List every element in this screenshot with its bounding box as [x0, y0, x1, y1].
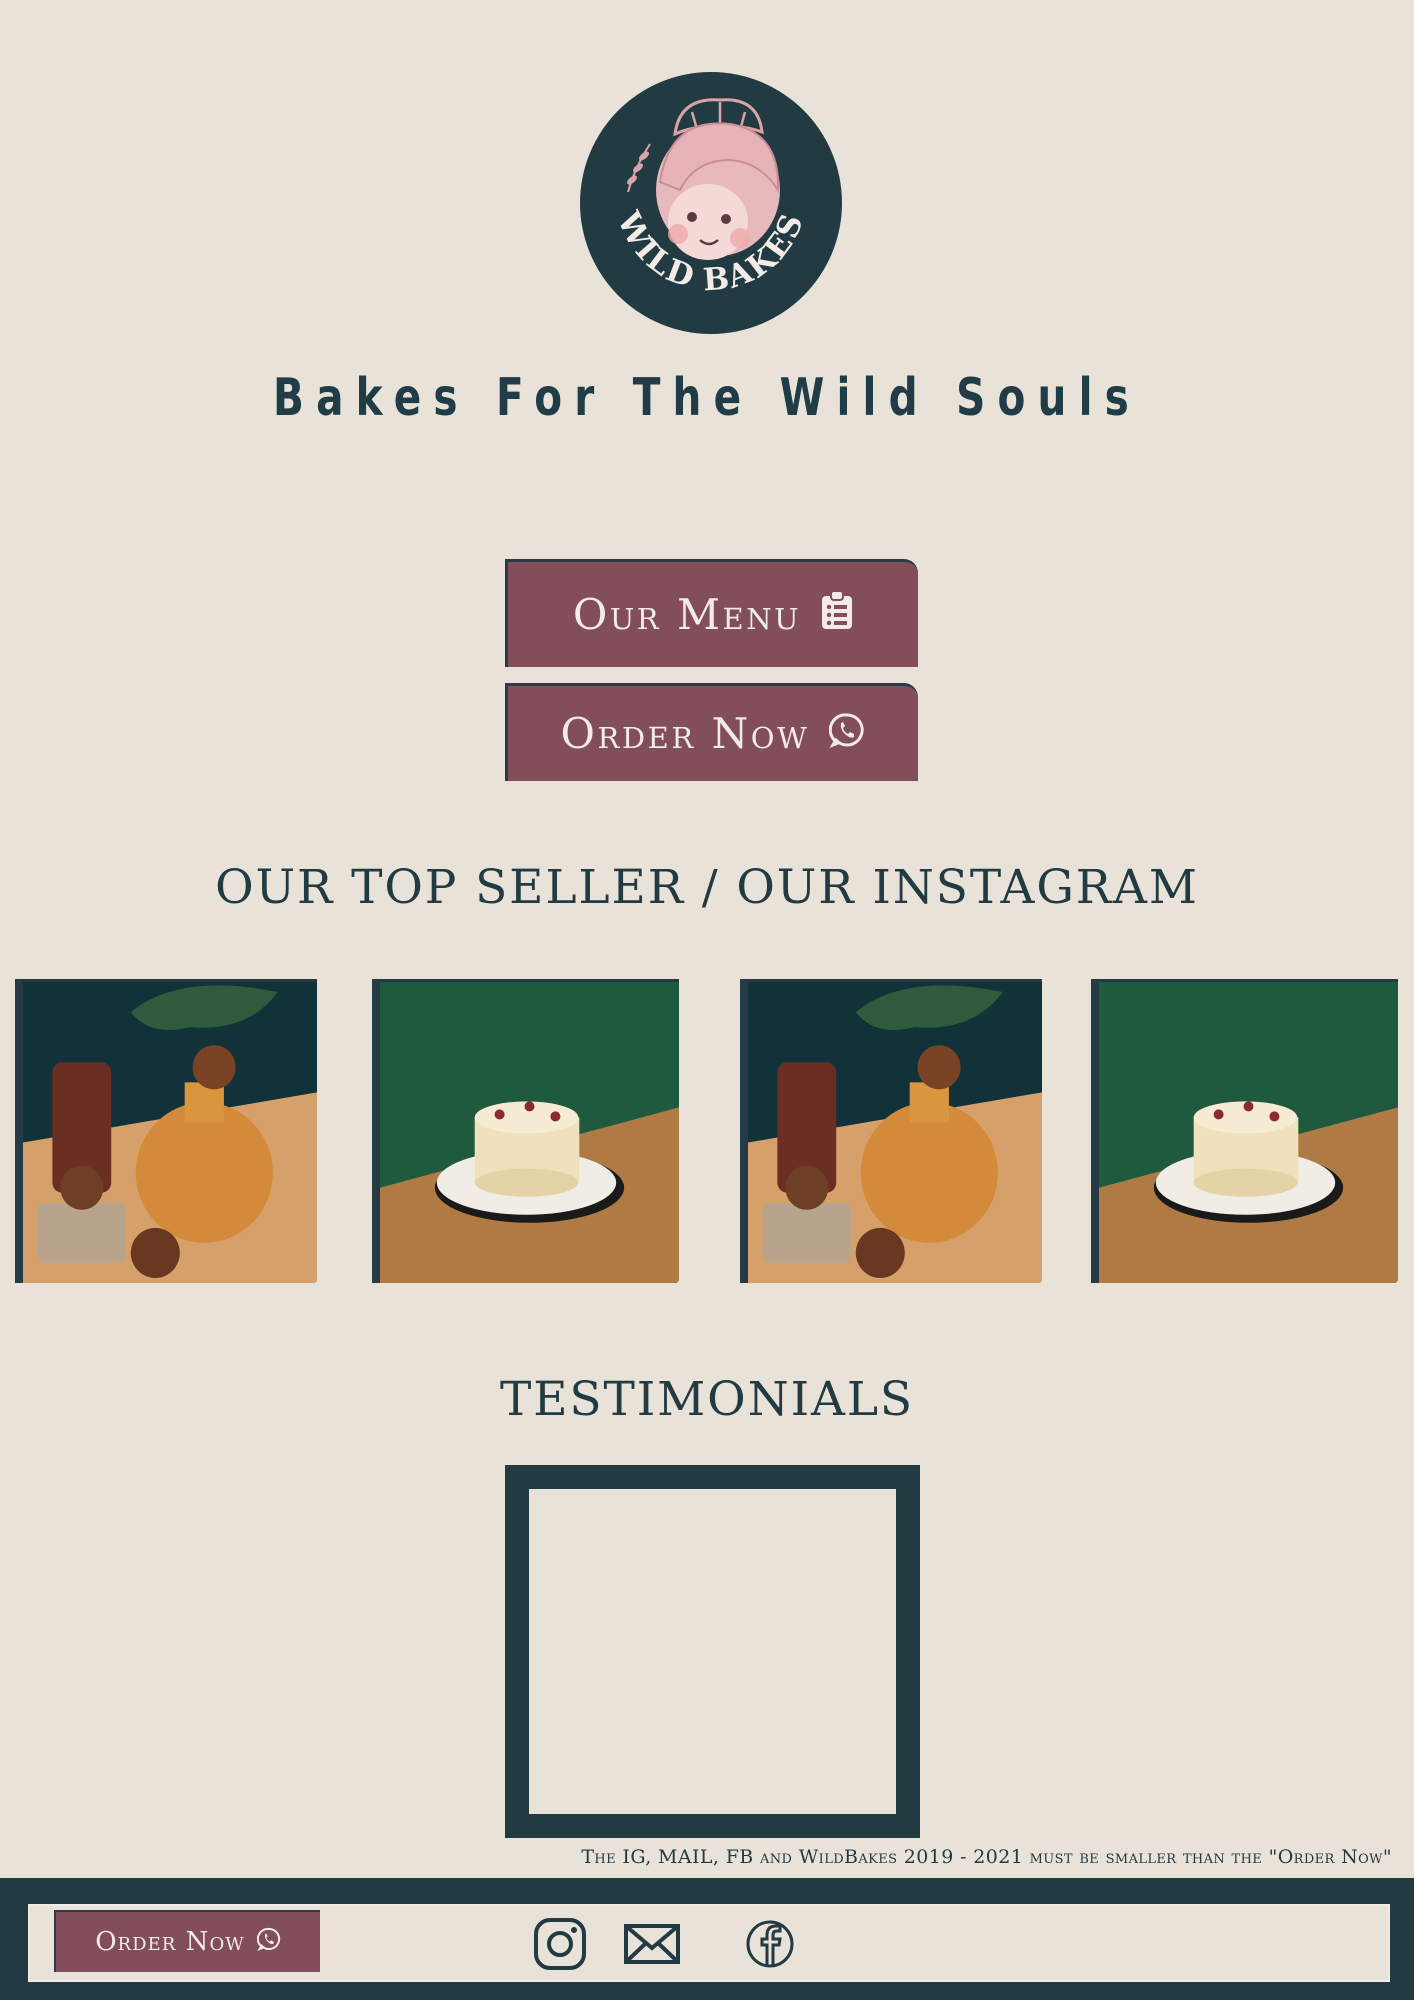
mail-icon[interactable]: [622, 1914, 682, 1974]
our-menu-label: Our Menu: [572, 590, 802, 639]
footer-bar: Order Now: [0, 1878, 1414, 2000]
testimonials-title: TESTIMONIALS: [499, 1372, 915, 1427]
footer-order-now-label: Order Now: [95, 1927, 245, 1957]
footer-panel: Order Now: [28, 1904, 1390, 1982]
whatsapp-icon: [256, 1927, 281, 1958]
facebook-icon[interactable]: [740, 1914, 800, 1974]
footer-note: The IG, MAIL, FB and WildBakes 2019 - 20…: [581, 1846, 1392, 1868]
order-now-button[interactable]: Order Now: [505, 683, 918, 781]
our-menu-button[interactable]: Our Menu: [505, 559, 918, 667]
clipboard-list-icon: [821, 589, 853, 640]
order-now-label: Order Now: [560, 709, 810, 758]
instagram-photo[interactable]: [740, 979, 1042, 1283]
tagline: Bakes For The Wild Souls: [273, 368, 1141, 428]
whatsapp-icon: [829, 709, 865, 758]
testimonial-frame: [505, 1465, 920, 1838]
instagram-icon[interactable]: [530, 1914, 590, 1974]
brand-logo: WILD BAKES: [580, 72, 842, 334]
instagram-photo[interactable]: [1091, 979, 1398, 1283]
footer-order-now-button[interactable]: Order Now: [54, 1910, 320, 1972]
instagram-photo[interactable]: [15, 979, 317, 1283]
instagram-section-title: OUR TOP SELLER / OUR INSTAGRAM: [215, 860, 1199, 915]
instagram-photo[interactable]: [372, 979, 679, 1283]
